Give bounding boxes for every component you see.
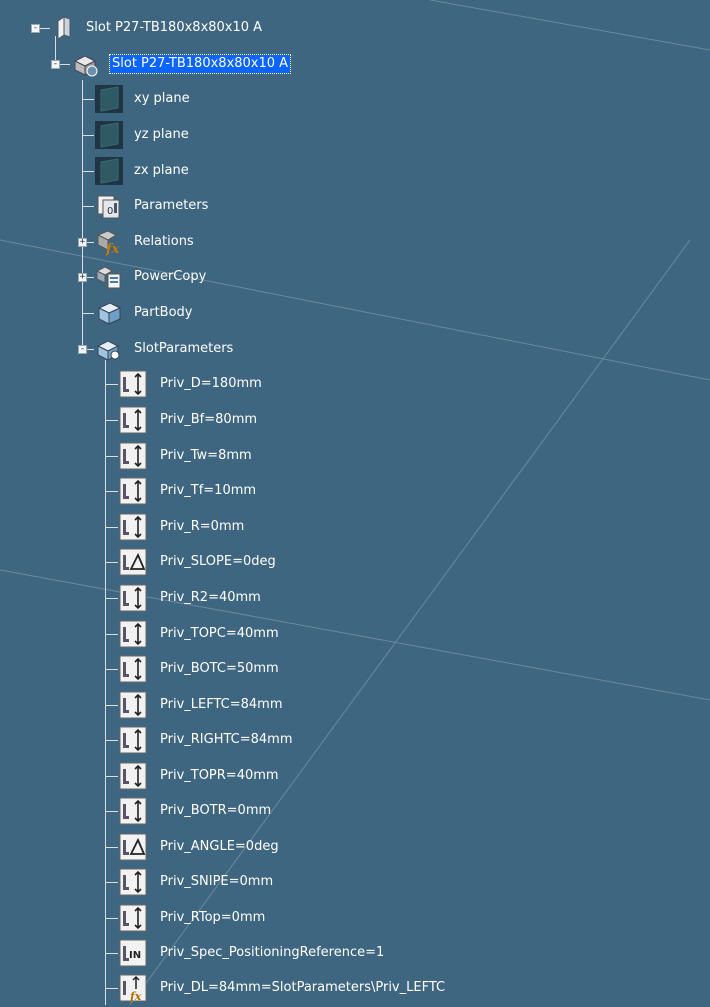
tree-connector xyxy=(105,527,118,528)
node-label: Priv_ANGLE=0deg xyxy=(160,839,279,854)
node-label: Priv_D=180mm xyxy=(160,376,262,391)
tree-connector xyxy=(105,420,118,421)
node-label: yz plane xyxy=(134,127,189,142)
plane-icon xyxy=(94,156,124,186)
tree-connector xyxy=(82,206,94,207)
length-parameter-icon xyxy=(118,512,148,542)
length-parameter-icon xyxy=(118,476,148,506)
svg-text:0: 0 xyxy=(107,206,113,217)
tree-connector xyxy=(105,384,118,385)
tree-connector xyxy=(82,135,94,136)
tree-connector xyxy=(82,99,94,100)
tree-connector xyxy=(82,171,94,172)
parameters-icon: 0 xyxy=(94,191,124,221)
node-label: Priv_DL=84mm=SlotParameters\Priv_LEFTC xyxy=(160,980,446,995)
tree-connector xyxy=(82,313,94,314)
length-parameter-icon xyxy=(118,903,148,933)
length-parameter-icon xyxy=(118,441,148,471)
integer-parameter-icon: IN xyxy=(118,938,148,968)
node-label: Priv_LEFTC=84mm xyxy=(160,697,283,712)
expand-toggle-icon[interactable]: + xyxy=(78,238,87,247)
node-label: xy plane xyxy=(134,91,190,106)
collapse-toggle-icon[interactable]: - xyxy=(78,345,87,354)
tree-connector xyxy=(105,847,118,848)
node-label: Parameters xyxy=(134,198,209,213)
length-parameter-icon xyxy=(118,369,148,399)
tree-connector xyxy=(87,242,94,243)
node-label: Priv_Bf=80mm xyxy=(160,412,258,427)
tree-connector xyxy=(87,277,94,278)
node-label: Priv_Spec_PositioningReference=1 xyxy=(160,945,385,960)
parameter-set-icon xyxy=(94,334,124,364)
length-parameter-icon xyxy=(118,654,148,684)
tree-node-part[interactable] xyxy=(0,49,710,79)
node-label: Priv_Tf=10mm xyxy=(160,483,257,498)
formula-parameter-icon: fx xyxy=(118,973,148,1003)
node-label: Priv_TOPR=40mm xyxy=(160,768,279,783)
tree-connector xyxy=(40,28,50,29)
tree-connector xyxy=(105,811,118,812)
length-parameter-icon xyxy=(118,405,148,435)
node-label: Priv_R=0mm xyxy=(160,519,245,534)
tree-connector xyxy=(87,349,94,350)
part-icon xyxy=(70,49,100,79)
tree-connector xyxy=(105,705,118,706)
node-label: Priv_SLOPE=0deg xyxy=(160,554,276,569)
length-parameter-icon xyxy=(118,867,148,897)
svg-text:fx: fx xyxy=(129,990,142,1003)
plane-icon xyxy=(94,84,124,114)
tree-connector xyxy=(105,562,118,563)
partbody-icon xyxy=(94,298,124,328)
relations-icon: fx xyxy=(94,227,124,257)
tree-connector xyxy=(105,456,118,457)
expand-toggle-icon[interactable]: + xyxy=(78,273,87,282)
node-label: Priv_Tw=8mm xyxy=(160,448,252,463)
specification-tree: - Slot P27-TB180x8x80x10 A - Slot P27-TB180… xyxy=(0,0,710,1005)
svg-text:IN: IN xyxy=(129,950,141,961)
length-parameter-icon xyxy=(118,725,148,755)
tree-connector xyxy=(105,634,118,635)
length-parameter-icon xyxy=(118,796,148,826)
node-label: SlotParameters xyxy=(134,341,234,356)
node-label: zx plane xyxy=(134,163,189,178)
tree-connector xyxy=(105,988,118,989)
tree-connector xyxy=(60,64,70,65)
node-label: Priv_RTop=0mm xyxy=(160,910,266,925)
tree-connector xyxy=(105,776,118,777)
powercopy-icon xyxy=(94,262,124,292)
tree-connector xyxy=(105,669,118,670)
tree-connector xyxy=(105,918,118,919)
node-label: Slot P27-TB180x8x80x10 A xyxy=(108,54,292,74)
node-label: PartBody xyxy=(134,305,193,320)
collapse-toggle-icon[interactable]: - xyxy=(31,24,40,33)
node-label: PowerCopy xyxy=(134,269,207,284)
plane-icon xyxy=(94,120,124,150)
svg-text:fx: fx xyxy=(105,242,120,257)
node-label: Priv_BOTC=50mm xyxy=(160,661,279,676)
tree-connector xyxy=(105,598,118,599)
tree-connector xyxy=(105,740,118,741)
angle-parameter-icon xyxy=(118,832,148,862)
length-parameter-icon xyxy=(118,761,148,791)
length-parameter-icon xyxy=(118,619,148,649)
collapse-toggle-icon[interactable]: - xyxy=(51,60,60,69)
node-label: Priv_BOTR=0mm xyxy=(160,803,272,818)
node-label: Priv_RIGHTC=84mm xyxy=(160,732,293,747)
angle-parameter-icon xyxy=(118,547,148,577)
tree-connector xyxy=(105,491,118,492)
tree-connector xyxy=(105,882,118,883)
tree-connector xyxy=(105,953,118,954)
length-parameter-icon xyxy=(118,690,148,720)
node-label: Priv_R2=40mm xyxy=(160,590,261,605)
node-label: Priv_TOPC=40mm xyxy=(160,626,279,641)
node-label: Priv_SNIPE=0mm xyxy=(160,874,274,889)
length-parameter-icon xyxy=(118,583,148,613)
node-label: Slot P27-TB180x8x80x10 A xyxy=(86,20,263,35)
node-label: Relations xyxy=(134,234,194,249)
